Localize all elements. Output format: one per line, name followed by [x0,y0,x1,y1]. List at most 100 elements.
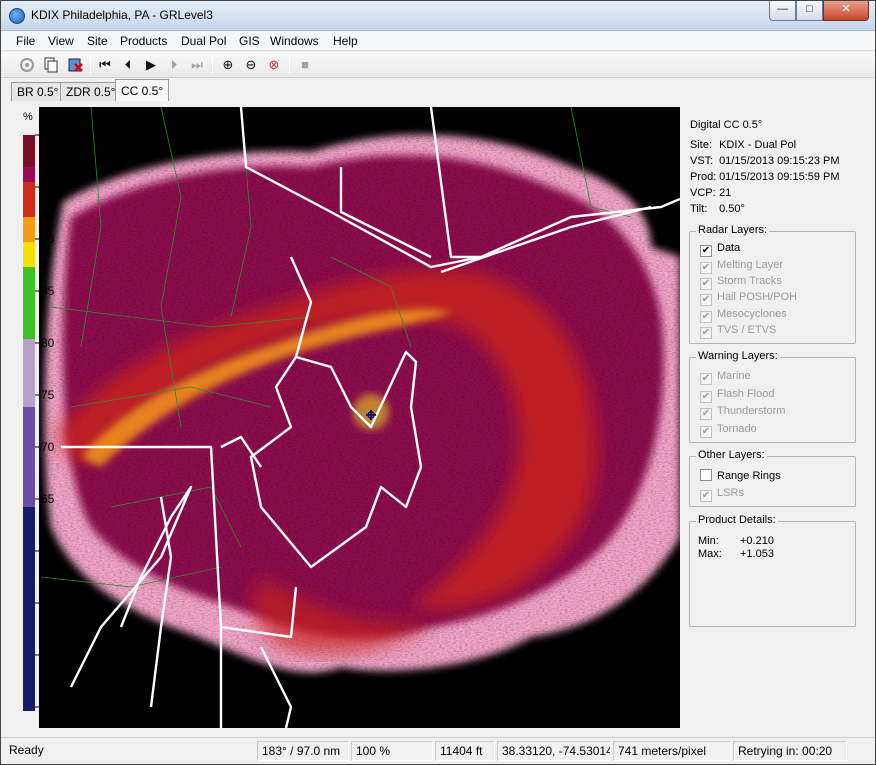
last-frame-icon[interactable]: ⏭ [188,56,206,74]
menu-windows[interactable]: Windows [270,34,319,48]
vst-value: 01/15/2013 09:15:23 PM [719,155,840,167]
color-tick-label: 85 [41,284,55,298]
max-row: Max: +1.053 [698,548,774,560]
checkbox-melting-layer-box[interactable]: ✔ [700,262,712,274]
color-tick-label: 60 [41,544,55,558]
color-segment-1 [23,167,35,182]
color-segment-5 [23,267,35,339]
previous-frame-icon[interactable]: ⏴ [119,56,137,74]
toolbar-separator [90,56,91,74]
color-tick-label: 45 [41,700,55,714]
checkbox-tornado-box[interactable]: ✔ [700,426,712,438]
close-button[interactable]: ✕ [823,1,869,21]
menu-view[interactable]: View [48,34,74,48]
checkbox-hail-box[interactable]: ✔ [700,294,712,306]
checkbox-tvs[interactable]: ✔ TVS / ETVS [700,324,776,339]
next-frame-icon[interactable]: ⏵ [165,56,183,74]
copy-icon[interactable] [42,56,60,74]
radar-layers-group: Radar Layers: ✔ Data ✔ Melting Layer ✔ Stor… [689,224,856,344]
menu-gis[interactable]: GIS [239,34,260,48]
checkbox-data-box[interactable]: ✔ [700,245,712,257]
zoom-out-icon[interactable]: ⊖ [242,56,260,74]
menu-help[interactable]: Help [333,34,358,48]
site-value: KDIX - Dual Pol [719,139,797,151]
minimize-button[interactable]: — [769,1,796,21]
maximize-button[interactable]: □ [796,1,823,21]
menu-products[interactable]: Products [120,34,167,48]
toolbar-separator [289,56,290,74]
prod-label: Prod: [690,171,717,183]
title-bar[interactable]: KDIX Philadelphia, PA - GRLevel3 — □ ✕ [1,1,875,31]
color-segment-3 [23,217,35,242]
checkbox-tvs-label: TVS / ETVS [717,324,777,336]
status-bar: Ready 183° / 97.0 nm 100 % 11404 ft 38.3… [1,737,875,764]
prod-value: 01/15/2013 09:15:59 PM [719,171,840,183]
checkbox-flash-flood[interactable]: ✔ Flash Flood [700,388,774,403]
radar-layers-legend: Radar Layers: [696,224,770,236]
radar-image[interactable]: % 100 95 90 85 80 75 70 65 60 55 50 45 [11,107,680,728]
color-tick-label: 80 [41,336,55,350]
checkbox-tornado-label: Tornado [717,423,757,435]
checkbox-data[interactable]: ✔ Data [700,242,740,257]
color-tick-label: 50 [41,648,55,662]
checkbox-flash-flood-box[interactable]: ✔ [700,391,712,403]
other-layers-group: Other Layers: Range Rings ✔ LSRs [689,449,856,507]
status-ready: Ready [9,743,44,757]
radar-map[interactable]: % 100 95 90 85 80 75 70 65 60 55 50 45 [11,107,680,728]
status-latlon: 38.33120, -74.53014 [497,741,611,761]
checkbox-mesocyclones-label: Mesocyclones [717,308,787,320]
zoom-cancel-icon[interactable]: ⊗ [265,56,283,74]
checkbox-range-rings-box[interactable] [700,469,712,481]
stop-icon[interactable]: ■ [296,56,314,74]
checkbox-lsrs-label: LSRs [717,487,744,499]
site-label: Site: [690,139,713,151]
tab-cc[interactable]: CC 0.5° [115,79,170,101]
checkbox-thunderstorm-box[interactable]: ✔ [700,408,712,420]
tilt-row: Tilt: 0.50° [690,203,745,215]
side-panel: Digital CC 0.5° Site: KDIX - Dual Pol VS… [683,107,869,728]
color-tick-label: 55 [41,596,55,610]
checkbox-range-rings[interactable]: Range Rings [700,469,781,482]
checkbox-thunderstorm[interactable]: ✔ Thunderstorm [700,405,785,420]
checkbox-lsrs[interactable]: ✔ LSRs [700,487,744,502]
status-height: 11404 ft [435,741,495,761]
checkbox-melting-layer-label: Melting Layer [717,259,784,271]
play-icon[interactable]: ▶ [142,56,160,74]
checkbox-marine[interactable]: ✔ Marine [700,370,751,385]
vcp-label: VCP: [690,187,716,199]
tilt-label: Tilt: [690,203,708,215]
checkbox-storm-tracks-box[interactable]: ✔ [700,278,712,290]
checkbox-tvs-box[interactable]: ✔ [700,327,712,339]
tab-zdr[interactable]: ZDR 0.5° [60,82,122,101]
app-icon [9,8,25,24]
menu-site[interactable]: Site [87,34,108,48]
zoom-in-icon[interactable]: ⊕ [219,56,237,74]
delete-image-icon[interactable] [66,56,84,74]
checkbox-tornado[interactable]: ✔ Tornado [700,423,757,438]
checkbox-storm-tracks[interactable]: ✔ Storm Tracks [700,275,782,290]
max-value: +1.053 [740,548,774,560]
checkbox-storm-tracks-label: Storm Tracks [717,275,782,287]
color-legend-unit: % [23,111,33,123]
refresh-icon[interactable] [18,56,36,74]
checkbox-hail[interactable]: ✔ Hail POSH/POH [700,291,797,306]
product-title: Digital CC 0.5° [690,119,763,131]
status-zoom: 100 % [351,741,433,761]
color-segment-4 [23,242,35,267]
min-row: Min: +0.210 [698,535,774,547]
checkbox-marine-box[interactable]: ✔ [700,373,712,385]
checkbox-melting-layer[interactable]: ✔ Melting Layer [700,259,783,274]
checkbox-mesocyclones-box[interactable]: ✔ [700,311,712,323]
first-frame-icon[interactable]: ⏮ [96,56,114,74]
site-row: Site: KDIX - Dual Pol [690,139,796,151]
checkbox-mesocyclones[interactable]: ✔ Mesocyclones [700,308,787,323]
color-tick-label: 90 [41,232,55,246]
tab-br[interactable]: BR 0.5° [11,82,65,101]
checkbox-flash-flood-label: Flash Flood [717,388,775,400]
menu-file[interactable]: File [16,34,35,48]
color-segment-8 [23,507,35,711]
prod-row: Prod: 01/15/2013 09:15:59 PM [690,171,840,183]
color-legend-strip [23,135,35,711]
checkbox-lsrs-box[interactable]: ✔ [700,490,712,502]
menu-dual-pol[interactable]: Dual Pol [181,34,226,48]
